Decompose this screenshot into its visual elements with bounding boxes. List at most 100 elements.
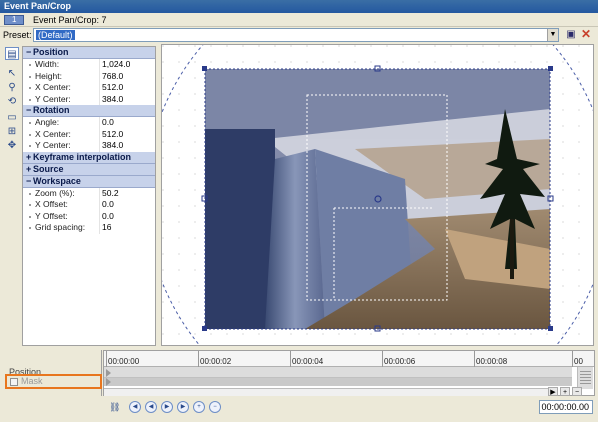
mask-track[interactable]: [104, 378, 572, 386]
window-title: Event Pan/Crop: [4, 1, 72, 11]
crop-overlay: [201, 65, 554, 332]
save-preset-icon[interactable]: ▣: [565, 29, 577, 41]
center-point-handle[interactable]: [374, 195, 382, 203]
zoom-in-icon[interactable]: +: [560, 387, 570, 396]
property-value[interactable]: 0.0: [102, 211, 114, 222]
property-value[interactable]: 768.0: [102, 71, 123, 82]
property-row[interactable]: Y Center: 384.0: [23, 93, 155, 105]
crop-handle[interactable]: [548, 66, 553, 71]
position-track[interactable]: [104, 367, 572, 378]
property-key: Y Center:: [29, 93, 71, 104]
go-to-start-icon[interactable]: ◀: [129, 401, 141, 413]
property-row[interactable]: Height: 768.0: [23, 70, 155, 82]
time-ruler[interactable]: 00:00:00 00:00:02 00:00:04 00:00:06 00:0…: [104, 351, 594, 367]
event-tab-icon[interactable]: 1: [4, 15, 24, 25]
property-value[interactable]: 0.0: [102, 199, 114, 210]
preset-value[interactable]: (Default): [36, 30, 75, 40]
keyframe-marker[interactable]: [106, 378, 111, 386]
scroll-right-icon[interactable]: ▶: [548, 387, 558, 396]
ruler-tick: 00:00:06: [381, 351, 416, 367]
normal-edit-tool-icon[interactable]: ↖: [5, 67, 19, 80]
keyframe-timeline: Position Mask 00:00:00 00:00:02 00:00:04…: [3, 350, 595, 420]
sync-cursor-icon[interactable]: ⛓: [109, 401, 120, 413]
zoom-tool-icon[interactable]: ⚲: [5, 81, 19, 94]
preset-dropdown[interactable]: (Default) ▼: [33, 28, 559, 42]
ruler-tick: 00:00:04: [289, 351, 324, 367]
property-key: Zoom (%):: [29, 187, 75, 198]
add-keyframe-icon[interactable]: +: [193, 401, 205, 413]
section-source[interactable]: + Source: [23, 163, 155, 176]
section-position[interactable]: − Position: [23, 47, 155, 59]
size-about-center-icon[interactable]: ⊞: [5, 125, 19, 138]
ruler-tick: 00:00:08: [473, 351, 508, 367]
property-row[interactable]: Width: 1,024.0: [23, 59, 155, 71]
mask-row-highlight[interactable]: Mask: [5, 374, 102, 389]
property-row[interactable]: Zoom (%): 50.2: [23, 187, 155, 199]
delete-preset-icon[interactable]: ✕: [580, 28, 592, 40]
property-value[interactable]: 1,024.0: [102, 59, 130, 70]
event-caption: Event Pan/Crop: 7: [33, 15, 107, 25]
crop-frame[interactable]: [204, 68, 551, 330]
property-value[interactable]: 16: [102, 222, 111, 233]
property-row[interactable]: Grid spacing: 16: [23, 222, 155, 234]
enable-rotation-icon[interactable]: ⟲: [5, 95, 19, 108]
previous-keyframe-icon[interactable]: ◀: [145, 401, 157, 413]
property-value[interactable]: 512.0: [102, 82, 123, 93]
section-keyframe-interpolation[interactable]: + Keyframe interpolation: [23, 151, 155, 164]
section-position-title: Position: [33, 47, 69, 57]
property-grid: − Position Width: 1,024.0 Height: 768.0 X C…: [22, 46, 156, 346]
mask-checkbox[interactable]: [10, 378, 18, 386]
property-row[interactable]: Y Center: 384.0: [23, 140, 155, 152]
crop-handle[interactable]: [202, 66, 207, 71]
go-to-end-icon[interactable]: ▶: [177, 401, 189, 413]
property-row[interactable]: X Offset: 0.0: [23, 199, 155, 211]
section-workspace-title: Workspace: [33, 175, 81, 186]
property-row[interactable]: Y Offset: 0.0: [23, 210, 155, 222]
timeline-horizontal-scrollbar[interactable]: [104, 388, 548, 396]
property-key: X Center:: [29, 128, 71, 139]
property-row[interactable]: Angle: 0.0: [23, 117, 155, 129]
property-key: Angle:: [28, 117, 60, 127]
preset-row: Preset: (Default) ▼ ▣ ✕: [0, 27, 598, 43]
move-freely-icon[interactable]: ✥: [5, 139, 19, 152]
zoom-out-icon[interactable]: −: [572, 387, 582, 396]
property-key: Y Center:: [29, 140, 71, 150]
current-time-display[interactable]: 00:00:00.00: [539, 400, 593, 414]
show-properties-icon[interactable]: ▤: [5, 47, 19, 60]
safe-area-frame: [306, 94, 448, 301]
keyframe-marker[interactable]: [106, 369, 111, 377]
section-keyframe-title: Keyframe interpolation: [33, 151, 132, 162]
property-value[interactable]: 0.0: [102, 117, 114, 128]
property-value[interactable]: 384.0: [102, 140, 123, 151]
window-title-bar: Event Pan/Crop: [0, 0, 598, 13]
property-value[interactable]: 384.0: [102, 94, 123, 105]
scroll-thumb[interactable]: [580, 370, 591, 384]
property-key: Y Offset:: [29, 210, 68, 221]
timeline-area[interactable]: 00:00:00 00:00:02 00:00:04 00:00:06 00:0…: [103, 350, 595, 396]
property-row[interactable]: X Center: 512.0: [23, 128, 155, 140]
delete-keyframe-icon[interactable]: −: [209, 401, 221, 413]
timeline-vertical-scrollbar[interactable]: [577, 367, 593, 389]
property-value[interactable]: 512.0: [102, 129, 123, 140]
mask-label[interactable]: Mask: [21, 376, 43, 386]
section-source-title: Source: [33, 163, 64, 174]
property-value[interactable]: 50.2: [102, 188, 119, 199]
lock-aspect-ratio-icon[interactable]: ▭: [5, 111, 19, 124]
pan-crop-workspace[interactable]: [161, 44, 594, 346]
section-workspace[interactable]: − Workspace: [23, 175, 155, 188]
property-row[interactable]: X Center: 512.0: [23, 82, 155, 94]
ruler-tick: 00: [572, 351, 583, 367]
property-key: X Center:: [29, 82, 71, 92]
track-headers: Position Mask: [3, 350, 102, 396]
tool-strip: ▤ ↖ ⚲ ⟲ ▭ ⊞ ✥: [3, 45, 21, 345]
chevron-down-icon[interactable]: ▼: [547, 29, 558, 41]
panel-splitter[interactable]: [157, 46, 160, 346]
next-keyframe-icon[interactable]: ▶: [161, 401, 173, 413]
ruler-tick: 00:00:02: [197, 351, 232, 367]
property-key: Height:: [29, 70, 62, 81]
section-rotation[interactable]: − Rotation: [23, 105, 155, 117]
section-rotation-title: Rotation: [33, 105, 70, 115]
crop-handle[interactable]: [548, 326, 553, 331]
property-key: Grid spacing:: [28, 222, 86, 232]
crop-handle[interactable]: [202, 326, 207, 331]
